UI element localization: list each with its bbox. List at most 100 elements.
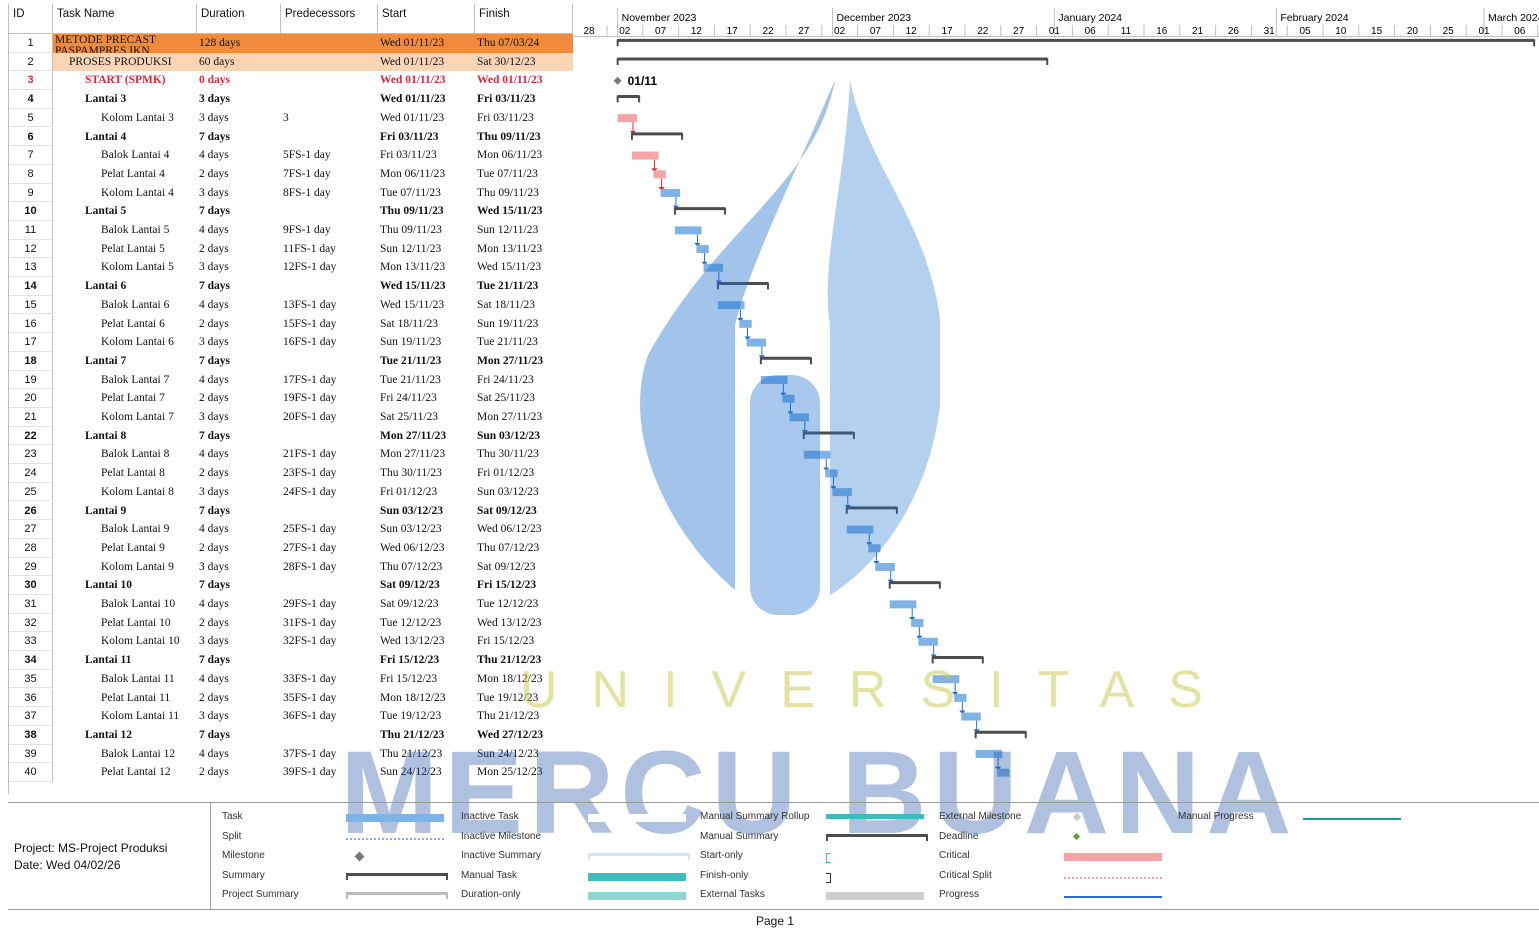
task-id[interactable]: 39 bbox=[9, 744, 53, 764]
task-start[interactable]: Wed 01/11/23 bbox=[378, 109, 475, 128]
task-predecessors[interactable]: 23FS-1 day bbox=[281, 464, 378, 483]
task-start[interactable]: Thu 07/12/23 bbox=[378, 558, 475, 577]
task-predecessors[interactable] bbox=[281, 427, 378, 446]
task-row[interactable]: 23 Balok Lantai 84 days 21FS-1 day Mon 27/1… bbox=[9, 445, 573, 465]
task-bar[interactable] bbox=[660, 188, 681, 197]
task-finish[interactable]: Mon 27/11/23 bbox=[475, 352, 573, 371]
task-name[interactable]: Balok Lantai 5 bbox=[53, 221, 197, 240]
task-name[interactable]: Kolom Lantai 9 bbox=[53, 558, 197, 577]
task-predecessors[interactable]: 28FS-1 day bbox=[281, 558, 378, 577]
task-row[interactable]: 39 Balok Lantai 12 4 days 37FS-1 day Thu 21/… bbox=[9, 744, 573, 764]
task-finish[interactable]: Fri 03/11/23 bbox=[475, 109, 573, 128]
task-id[interactable]: 2 bbox=[9, 52, 53, 72]
task-predecessors[interactable]: 19FS-1 day bbox=[281, 389, 378, 408]
task-start[interactable]: Tue 21/11/23 bbox=[378, 371, 475, 390]
task-start[interactable]: Sat 09/12/23 bbox=[378, 595, 475, 614]
task-predecessors[interactable] bbox=[281, 52, 378, 72]
task-predecessors[interactable]: 29FS-1 day bbox=[281, 595, 378, 614]
task-duration[interactable]: 7 days bbox=[197, 277, 281, 296]
task-start[interactable]: Wed 01/11/23 bbox=[378, 90, 475, 109]
column-header-id[interactable]: ID bbox=[9, 4, 53, 34]
task-row[interactable]: 34 Lantai 11 7 days Fri 15/12/23 Thu 21/12/2… bbox=[9, 651, 573, 670]
task-id[interactable]: 15 bbox=[9, 295, 53, 315]
task-id[interactable]: 34 bbox=[9, 651, 53, 670]
task-finish[interactable]: Sat 18/11/23 bbox=[475, 296, 573, 315]
task-id[interactable]: 25 bbox=[9, 482, 53, 502]
task-bar[interactable] bbox=[911, 619, 924, 628]
task-predecessors[interactable]: 5FS-1 day bbox=[281, 146, 378, 165]
task-id[interactable]: 11 bbox=[9, 221, 53, 240]
task-id[interactable]: 22 bbox=[9, 426, 53, 446]
task-bar[interactable] bbox=[760, 375, 788, 384]
task-name[interactable]: Balok Lantai 7 bbox=[53, 371, 197, 390]
task-duration[interactable]: 60 days bbox=[197, 52, 281, 72]
task-start[interactable]: Sat 09/12/23 bbox=[378, 576, 475, 595]
task-start[interactable]: Fri 03/11/23 bbox=[378, 146, 475, 165]
task-finish[interactable]: Mon 18/12/23 bbox=[475, 670, 573, 689]
task-name[interactable]: Pelat Lantai 5 bbox=[53, 240, 197, 259]
task-duration[interactable]: 7 days bbox=[197, 202, 281, 221]
task-duration[interactable]: 7 days bbox=[197, 427, 281, 446]
task-start[interactable]: Thu 09/11/23 bbox=[378, 202, 475, 221]
milestone-diamond[interactable] bbox=[613, 76, 622, 85]
task-duration[interactable]: 2 days bbox=[197, 389, 281, 408]
task-row[interactable]: 18 Lantai 77 days Tue 21/11/23 Mon 27/11/23 bbox=[9, 351, 573, 371]
task-duration[interactable]: 7 days bbox=[197, 128, 281, 147]
task-predecessors[interactable] bbox=[281, 90, 378, 109]
task-duration[interactable]: 3 days bbox=[197, 90, 281, 109]
task-name[interactable]: Pelat Lantai 11 bbox=[53, 689, 197, 708]
task-row[interactable]: 28 Pelat Lantai 92 days 27FS-1 day Wed 06/1… bbox=[9, 538, 573, 558]
task-row[interactable]: 3 START (SPMK) 0 days Wed 01/11/23 Wed 01/11… bbox=[9, 71, 573, 91]
task-duration[interactable]: 3 days bbox=[197, 707, 281, 726]
task-row[interactable]: 4 Lantai 33 days Wed 01/11/23 Fri 03/11/23 bbox=[9, 90, 573, 109]
task-id[interactable]: 12 bbox=[9, 239, 53, 259]
task-duration[interactable]: 2 days bbox=[197, 464, 281, 483]
summary-bar[interactable] bbox=[802, 431, 855, 440]
task-duration[interactable]: 4 days bbox=[197, 296, 281, 315]
task-name[interactable]: Pelat Lantai 4 bbox=[53, 165, 197, 184]
task-name[interactable]: Pelat Lantai 6 bbox=[53, 315, 197, 334]
task-finish[interactable]: Thu 07/12/23 bbox=[475, 539, 573, 558]
task-row[interactable]: 11 Balok Lantai 54 days 9FS-1 day Thu 09/11… bbox=[9, 221, 573, 240]
summary-bar[interactable] bbox=[931, 655, 984, 664]
task-duration[interactable]: 2 days bbox=[197, 240, 281, 259]
task-start[interactable]: Mon 18/12/23 bbox=[378, 689, 475, 708]
task-finish[interactable]: Thu 30/11/23 bbox=[475, 445, 573, 464]
task-predecessors[interactable]: 35FS-1 day bbox=[281, 689, 378, 708]
task-row[interactable]: 35 Balok Lantai 11 4 days 33FS-1 day Fri 15/… bbox=[9, 669, 573, 689]
task-start[interactable]: Sun 24/12/23 bbox=[378, 763, 475, 782]
task-name[interactable]: Kolom Lantai 10 bbox=[53, 632, 197, 651]
task-finish[interactable]: Mon 27/11/23 bbox=[475, 408, 573, 427]
task-start[interactable]: Tue 19/12/23 bbox=[378, 707, 475, 726]
task-name[interactable]: Lantai 9 bbox=[53, 502, 197, 521]
summary-bar[interactable] bbox=[716, 281, 769, 290]
task-predecessors[interactable]: 8FS-1 day bbox=[281, 184, 378, 203]
task-id[interactable]: 40 bbox=[9, 763, 53, 782]
task-predecessors[interactable] bbox=[281, 651, 378, 670]
task-start[interactable]: Thu 30/11/23 bbox=[378, 464, 475, 483]
task-bar[interactable] bbox=[703, 263, 724, 272]
task-name[interactable]: Kolom Lantai 7 bbox=[53, 408, 197, 427]
task-predecessors[interactable]: 9FS-1 day bbox=[281, 221, 378, 240]
task-start[interactable]: Sun 03/12/23 bbox=[378, 520, 475, 539]
task-name[interactable]: Kolom Lantai 6 bbox=[53, 333, 197, 352]
task-duration[interactable]: 4 days bbox=[197, 371, 281, 390]
task-row[interactable]: 10 Lantai 57 days Thu 09/11/23 Wed 15/11/23 bbox=[9, 202, 573, 221]
task-name[interactable]: Pelat Lantai 8 bbox=[53, 464, 197, 483]
task-finish[interactable]: Sat 09/12/23 bbox=[475, 558, 573, 577]
task-name[interactable]: Kolom Lantai 11 bbox=[53, 707, 197, 726]
task-duration[interactable]: 4 days bbox=[197, 670, 281, 689]
task-id[interactable]: 16 bbox=[9, 314, 53, 334]
task-row[interactable]: 21 Kolom Lantai 73 days 20FS-1 day Sat 25/1… bbox=[9, 408, 573, 427]
task-predecessors[interactable]: 33FS-1 day bbox=[281, 670, 378, 689]
task-id[interactable]: 35 bbox=[9, 669, 53, 689]
task-id[interactable]: 30 bbox=[9, 576, 53, 595]
task-row[interactable]: 26 Lantai 97 days Sun 03/12/23 Sat 09/12/23 bbox=[9, 501, 573, 521]
task-name[interactable]: Balok Lantai 6 bbox=[53, 296, 197, 315]
task-finish[interactable]: Mon 13/11/23 bbox=[475, 240, 573, 259]
task-bar[interactable] bbox=[932, 675, 960, 684]
task-duration[interactable]: 2 days bbox=[197, 763, 281, 782]
critical-task-bar[interactable] bbox=[617, 114, 638, 123]
task-finish[interactable]: Fri 15/12/23 bbox=[475, 632, 573, 651]
task-finish[interactable]: Sun 24/12/23 bbox=[475, 745, 573, 764]
